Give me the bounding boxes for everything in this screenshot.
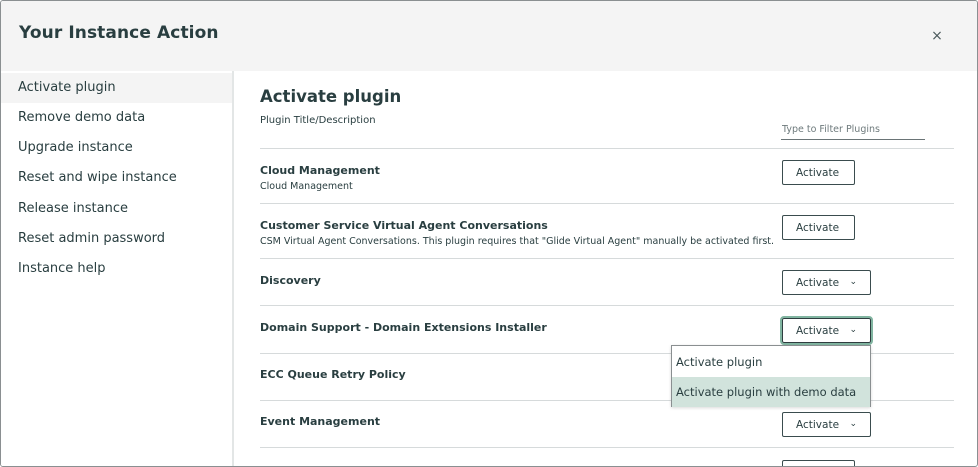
plugin-title: Customer Service Virtual Agent Conversat… (260, 219, 548, 232)
plugin-title: Domain Support - Domain Extensions Insta… (260, 321, 547, 334)
activate-dropdown-button[interactable]: Activate ⌄ (782, 270, 871, 295)
activate-button[interactable]: Activate (782, 160, 855, 185)
plugin-title: Cloud Management (260, 164, 380, 177)
activate-button-partial[interactable] (782, 460, 855, 466)
plugin-description: CSM Virtual Agent Conversations. This pl… (260, 236, 775, 247)
filter-plugins-input[interactable] (781, 120, 925, 140)
row-divider (260, 148, 954, 149)
instance-action-modal: Your Instance Action × Activate plugin R… (0, 0, 978, 467)
sidebar-item-reset-admin-password[interactable]: Reset admin password (1, 224, 232, 254)
main-content: Activate plugin Plugin Title/Description… (236, 71, 977, 466)
sidebar-item-remove-demo-data[interactable]: Remove demo data (1, 103, 232, 133)
sidebar-item-activate-plugin[interactable]: Activate plugin (1, 73, 232, 103)
menu-item-activate-plugin-with-demo-data[interactable]: Activate plugin with demo data (672, 377, 870, 407)
sidebar-item-instance-help[interactable]: Instance help (1, 254, 232, 284)
activate-button[interactable]: Activate (782, 215, 855, 240)
sidebar-item-reset-and-wipe-instance[interactable]: Reset and wipe instance (1, 163, 232, 193)
menu-item-activate-plugin[interactable]: Activate plugin (672, 347, 870, 377)
modal-title: Your Instance Action (19, 23, 219, 43)
column-label: Plugin Title/Description (260, 115, 376, 126)
activate-dropdown-button[interactable]: Activate ⌄ (782, 412, 871, 437)
plugin-title: Discovery (260, 274, 321, 287)
chevron-down-icon: ⌄ (849, 419, 857, 429)
plugin-title: Event Management (260, 415, 381, 428)
activate-button-label: Activate (796, 276, 840, 289)
sidebar-item-release-instance[interactable]: Release instance (1, 194, 232, 224)
row-divider (260, 258, 954, 259)
row-divider (260, 305, 954, 306)
plugin-description: Cloud Management (260, 181, 353, 192)
activate-button-label: Activate (796, 418, 840, 431)
row-divider (260, 447, 954, 448)
page-title: Activate plugin (260, 87, 402, 106)
plugin-title: ECC Queue Retry Policy (260, 368, 406, 381)
row-divider (260, 203, 954, 204)
activate-button-label: Activate (796, 324, 840, 337)
sidebar: Activate plugin Remove demo data Upgrade… (1, 71, 234, 466)
sidebar-item-upgrade-instance[interactable]: Upgrade instance (1, 133, 232, 163)
activate-options-menu: Activate plugin Activate plugin with dem… (671, 345, 871, 407)
close-icon[interactable]: × (926, 25, 948, 47)
chevron-down-icon: ⌄ (849, 325, 857, 335)
modal-header: Your Instance Action × (1, 1, 977, 71)
activate-dropdown-button[interactable]: Activate ⌄ (780, 316, 873, 345)
chevron-down-icon: ⌄ (849, 277, 857, 287)
